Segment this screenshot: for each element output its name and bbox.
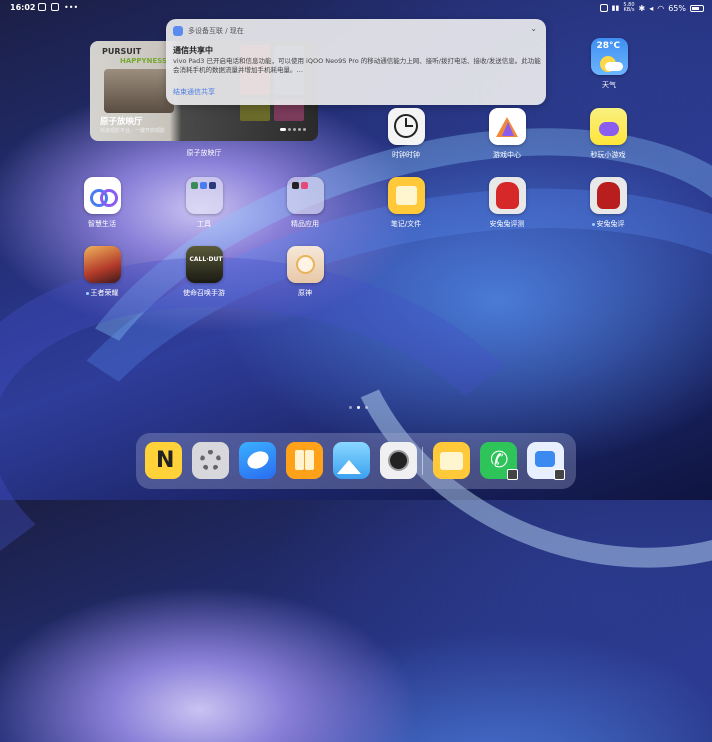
mini-games-icon: [589, 108, 627, 145]
app-weather[interactable]: 28°C 天气: [577, 38, 641, 90]
volume-icon: ◂: [649, 3, 654, 13]
gear-icon: [200, 450, 221, 471]
app-label: 工具: [197, 220, 211, 228]
widget-title: 原子放映厅: [100, 117, 143, 127]
gallery-icon: [51, 3, 59, 11]
app-honor-of-kings[interactable]: 王者荣耀: [70, 246, 134, 298]
app-genshin[interactable]: 原神: [273, 246, 337, 298]
app-notes[interactable]: 笔记/文件: [374, 177, 438, 229]
app-label: 游戏中心: [493, 151, 521, 159]
multi-device-icon: [173, 26, 183, 36]
app-antutu[interactable]: 安兔兔评测: [475, 177, 539, 229]
network-speed: 5.80 KB/s: [623, 3, 634, 13]
app-label: 使命召唤手游: [183, 289, 225, 297]
chevron-down-icon[interactable]: ⌄: [530, 24, 537, 33]
app-label-wrap: 安兔兔评: [576, 219, 640, 229]
antutu-icon: [488, 177, 526, 214]
dock-gallery-app[interactable]: [333, 442, 370, 479]
folder-icon: [286, 177, 324, 214]
app-label: 王者荣耀: [90, 289, 119, 297]
dock-notes-app[interactable]: N: [145, 442, 182, 479]
new-dot: [85, 291, 89, 295]
infinity-icon: [83, 177, 121, 214]
weather-temp: 28°C: [596, 41, 621, 51]
notification-app-name: 多设备互联 / 现在: [188, 27, 244, 35]
phone-link-badge: [507, 469, 518, 480]
page-indicator[interactable]: [349, 406, 368, 409]
battery-icon: [690, 4, 704, 12]
notification-card[interactable]: 多设备互联 / 现在 ⌄ 通信共享中 vivo Pad3 已开启电话和信息功能，…: [166, 19, 546, 105]
app-clock[interactable]: 时钟时钟: [374, 108, 438, 160]
dock: N ✆: [136, 433, 576, 489]
wifi-icon: ◠: [657, 3, 665, 13]
signal-icon: ▮▮: [611, 4, 620, 12]
poster-image: [104, 69, 174, 113]
game-hero-icon: [83, 246, 121, 283]
dock-separator: [422, 447, 423, 475]
dock-settings-app[interactable]: [192, 442, 229, 479]
book-icon: [295, 450, 304, 470]
app-label: 精品应用: [291, 220, 319, 228]
phone-link-icon: [599, 4, 608, 12]
app-mini-games[interactable]: 秒玩小游戏: [576, 108, 640, 160]
phone-icon: ✆: [490, 448, 509, 473]
phone-link-badge: [554, 469, 565, 480]
app-label-wrap: 王者荣耀: [70, 288, 134, 298]
folder-tools[interactable]: 工具: [172, 177, 236, 229]
dock-reader-app[interactable]: [286, 442, 323, 479]
screen-share-icon: [38, 3, 46, 11]
camera-icon: [388, 450, 409, 471]
dock-recent-notes[interactable]: [433, 442, 470, 479]
bluetooth-icon: ✱: [638, 3, 646, 13]
browser-icon: [244, 448, 272, 472]
cod-icon: CALL·DUTY: [185, 246, 223, 283]
app-antutu-3d[interactable]: 安兔兔评: [576, 177, 640, 229]
app-call-of-duty[interactable]: CALL·DUTY 使命召唤手游: [172, 246, 236, 298]
widget-subtitle: 快速观影平台，一键开启观影: [100, 128, 166, 134]
dock-phone-app[interactable]: ✆: [480, 442, 518, 480]
antutu-3d-icon: [589, 177, 627, 214]
notification-body: vivo Pad3 已开启电话和信息功能，可以使用 iQOO Neo9S Pro…: [173, 57, 541, 74]
app-label: 安兔兔评: [596, 220, 625, 228]
app-smart-life[interactable]: 智慧生活: [70, 177, 134, 229]
crown-icon: [488, 108, 526, 145]
network-speed-unit: KB/s: [623, 7, 635, 13]
app-label: 时钟时钟: [392, 151, 420, 159]
dock-camera-app[interactable]: [380, 442, 417, 479]
app-game-center[interactable]: 游戏中心: [475, 108, 539, 160]
more-dots-icon: •••: [64, 3, 79, 12]
message-icon: [535, 451, 555, 467]
app-label: 智慧生活: [88, 220, 116, 228]
folder-icon: [440, 452, 463, 470]
battery-percent: 65%: [668, 3, 686, 13]
clock-icon: [387, 108, 425, 145]
dock-messages-app[interactable]: [527, 442, 565, 480]
status-left-icons: •••: [38, 3, 78, 12]
status-bar: 16:02 ••• ▮▮ 5.80 KB/s ✱ ◂ ◠ 65%: [0, 0, 712, 16]
app-label: 原神: [298, 289, 312, 297]
weather-icon: 28°C: [590, 38, 628, 75]
folder-icon: [185, 177, 223, 214]
poster-title-1: PURSUIT: [102, 47, 142, 56]
folder-featured-apps[interactable]: 精品应用: [273, 177, 337, 229]
status-time: 16:02: [10, 3, 36, 12]
notes-icon: N: [156, 448, 175, 473]
notification-title: 通信共享中: [173, 46, 213, 55]
new-dot: [591, 222, 595, 226]
genshin-character-icon: [286, 246, 324, 283]
app-label: 笔记/文件: [390, 220, 422, 228]
app-label: 安兔兔评测: [489, 220, 525, 228]
app-label: 天气: [602, 81, 616, 89]
end-sharing-button[interactable]: 结束通信共享: [173, 87, 215, 97]
notes-folder-icon: [387, 177, 425, 214]
poster-title-2: HAPPYNESS: [120, 57, 168, 65]
dock-browser-app[interactable]: [239, 442, 276, 479]
status-right-icons: ▮▮ 5.80 KB/s ✱ ◂ ◠ 65%: [599, 3, 704, 13]
app-label: 秒玩小游戏: [590, 151, 626, 159]
widget-label: 原子放映厅: [186, 149, 222, 157]
mountain-icon: [337, 460, 361, 474]
widget-page-indicator: [280, 128, 306, 131]
